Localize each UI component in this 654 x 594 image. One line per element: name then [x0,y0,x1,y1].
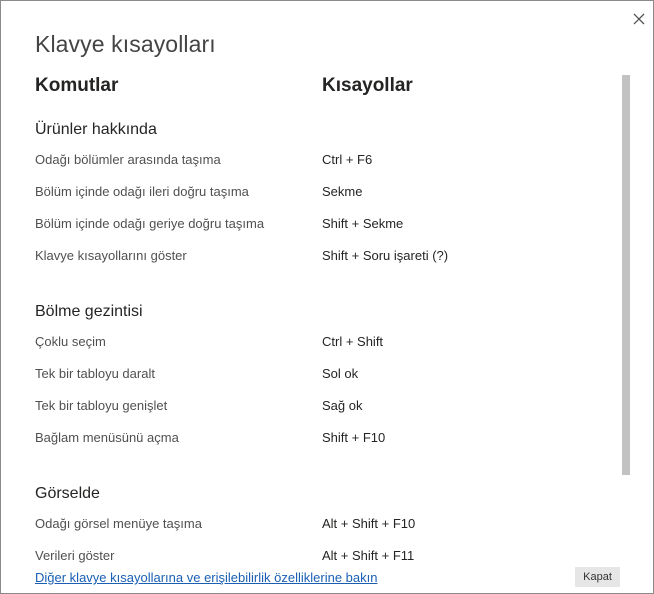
table-row: Çoklu seçim Ctrl + Shift [1,334,601,356]
shortcuts-column-header: Kısayollar [322,75,413,96]
commands-column-header: Komutlar [35,75,119,96]
command-text: Bölüm içinde odağı geriye doğru taşıma [35,216,265,231]
section-title: Bölme gezintisi [35,303,143,320]
table-row: Bölüm içinde odağı ileri doğru taşıma Se… [1,184,601,206]
command-text: Odağı görsel menüye taşıma [35,516,202,531]
command-text: Bağlam menüsünü açma [35,430,179,445]
shortcut-text: Sekme [322,184,363,199]
shortcut-text: Ctrl + Shift [322,334,384,349]
table-row: Verileri göster Alt + Shift + F11 [1,548,601,563]
shortcuts-scroll-area[interactable]: Komutlar Kısayollar Ürünler hakkında Oda… [1,69,619,563]
close-icon[interactable] [629,9,649,29]
command-text: Çoklu seçim [35,334,106,349]
vertical-scrollbar[interactable] [622,75,630,475]
command-text: Verileri göster [35,548,115,563]
command-text: Tek bir tabloyu genişlet [35,398,168,413]
shortcut-text: Shift + Sekme [322,216,404,231]
table-row: Tek bir tabloyu daralt Sol ok [1,366,601,388]
table-row: Odağı bölümler arasında taşıma Ctrl + F6 [1,152,601,174]
shortcut-text: Ctrl + F6 [322,152,373,167]
table-row: Klavye kısayollarını göster Shift + Soru… [1,248,601,270]
dialog-title: Klavye kısayolları [35,31,216,57]
command-text: Klavye kısayollarını göster [35,248,187,263]
command-text: Odağı bölümler arasında taşıma [35,152,221,167]
table-row: Bölüm içinde odağı geriye doğru taşıma S… [1,216,601,238]
shortcut-text: Alt + Shift + F11 [322,548,415,563]
shortcut-text: Alt + Shift + F10 [322,516,416,531]
command-text: Bölüm içinde odağı ileri doğru taşıma [35,184,249,199]
table-row: Odağı görsel menüye taşıma Alt + Shift +… [1,516,601,538]
shortcut-text: Sol ok [322,366,359,381]
shortcut-text: Shift + F10 [322,430,386,445]
command-text: Tek bir tabloyu daralt [35,366,155,381]
section-title: Görselde [35,485,100,502]
table-row: Bağlam menüsünü açma Shift + F10 [1,430,601,452]
more-shortcuts-link[interactable]: Diğer klavye kısayollarına ve erişilebil… [35,570,377,585]
close-button[interactable]: Kapat [575,567,620,587]
table-row: Tek bir tabloyu genişlet Sağ ok [1,398,601,420]
shortcut-text: Shift + Soru işareti (?) [322,248,449,263]
keyboard-shortcuts-dialog: Klavye kısayolları Komutlar Kısayollar Ü… [0,0,654,594]
shortcut-text: Sağ ok [322,398,363,413]
section-title: Ürünler hakkında [35,121,157,138]
